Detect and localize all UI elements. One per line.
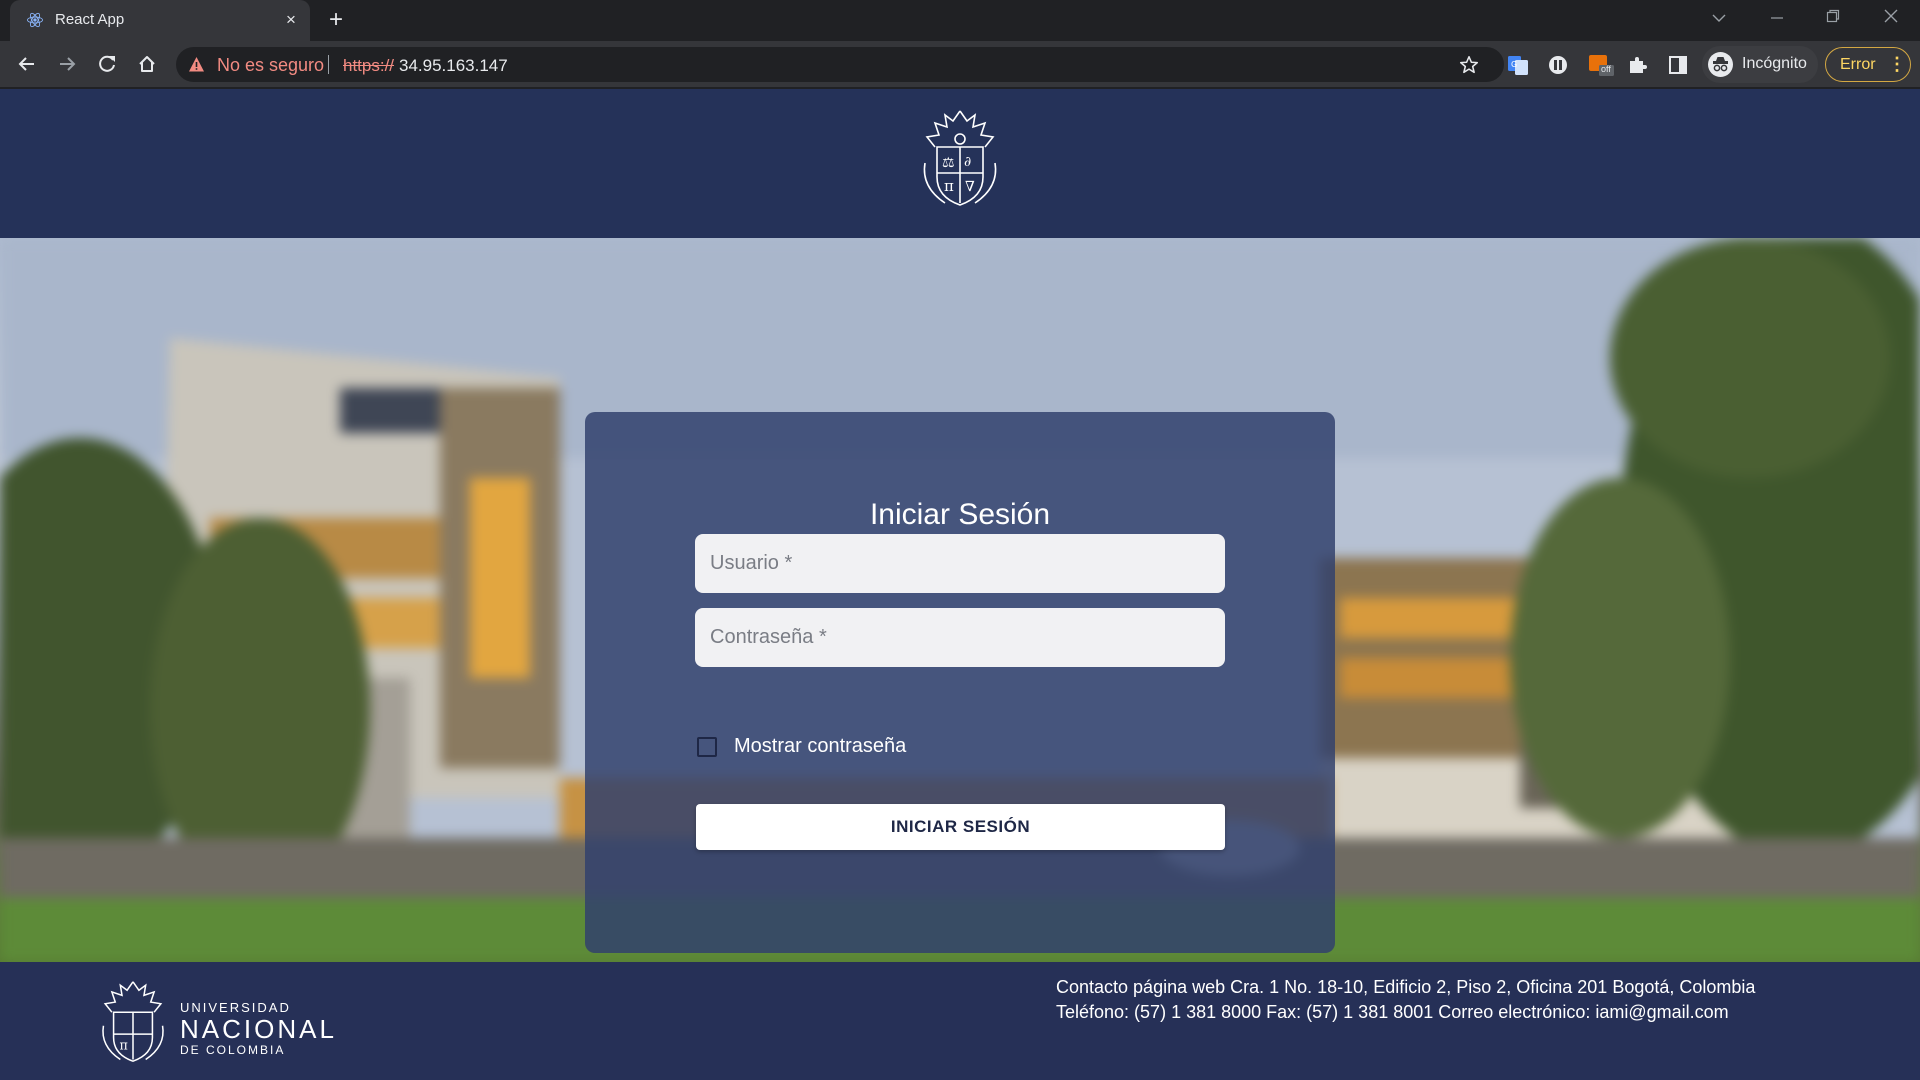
login-title: Iniciar Sesión bbox=[869, 498, 1051, 531]
browser-toolbar: No es seguro https:// 34.95.163.147 G of… bbox=[0, 41, 1920, 88]
show-password-label[interactable]: Mostrar contraseña bbox=[734, 735, 906, 758]
wordmark-line2: NACIONAL bbox=[180, 1014, 337, 1044]
extension-off-icon[interactable]: off bbox=[1588, 53, 1614, 77]
react-icon bbox=[27, 12, 43, 28]
security-warning[interactable]: No es seguro bbox=[217, 55, 324, 76]
url-scheme: https:// bbox=[343, 56, 395, 75]
password-field[interactable] bbox=[695, 608, 1225, 667]
svg-text:∂: ∂ bbox=[964, 154, 971, 170]
back-icon[interactable] bbox=[13, 50, 41, 78]
close-icon[interactable] bbox=[1876, 8, 1906, 30]
incognito-profile-button[interactable]: Incógnito bbox=[1702, 46, 1818, 83]
puzzle-icon[interactable] bbox=[1626, 53, 1650, 77]
address-bar[interactable]: No es seguro https:// 34.95.163.147 bbox=[176, 47, 1504, 82]
tab-close-icon[interactable]: × bbox=[282, 11, 300, 29]
university-seal-icon: ⚖ ∂ π ∇ bbox=[923, 110, 997, 206]
star-icon[interactable] bbox=[1458, 54, 1480, 76]
login-button[interactable]: INICIAR SESIÓN bbox=[696, 804, 1225, 850]
url-host: 34.95.163.147 bbox=[399, 56, 508, 75]
browser-tabstrip: React App × + bbox=[0, 0, 1920, 41]
university-seal-icon: π bbox=[102, 981, 164, 1062]
web-page: ⚖ ∂ π ∇ Iniciar Sesión Usuario * Mostrar… bbox=[0, 89, 1920, 1080]
extension-badge: off bbox=[1601, 64, 1611, 74]
wordmark-line1: UNIVERSIDAD bbox=[180, 1000, 291, 1015]
translate-icon[interactable]: G bbox=[1506, 53, 1530, 77]
password-input[interactable] bbox=[695, 608, 1225, 667]
footer-contact: Contacto página web Cra. 1 No. 18-10, Ed… bbox=[1056, 975, 1755, 1025]
restore-icon[interactable] bbox=[1818, 8, 1848, 30]
svg-text:⚖: ⚖ bbox=[942, 155, 955, 171]
incognito-label: Incógnito bbox=[1742, 55, 1807, 72]
show-password-checkbox[interactable] bbox=[697, 737, 717, 757]
reload-icon[interactable] bbox=[93, 50, 121, 78]
wordmark-line3: DE COLOMBIA bbox=[180, 1043, 286, 1057]
incognito-icon bbox=[1708, 52, 1733, 77]
address-separator bbox=[328, 55, 329, 74]
menu-dots-icon: ⋮ bbox=[1888, 54, 1906, 74]
forward-icon[interactable] bbox=[53, 50, 81, 78]
chevron-down-icon[interactable] bbox=[1704, 8, 1734, 30]
username-field[interactable] bbox=[695, 534, 1225, 593]
error-menu-button[interactable]: Error ⋮ bbox=[1825, 47, 1911, 82]
page-footer: π UNIVERSIDAD NACIONAL DE COLOMBIA Conta… bbox=[0, 962, 1920, 1080]
tab-title: React App bbox=[55, 11, 125, 28]
error-label: Error bbox=[1840, 56, 1876, 73]
svg-text:π: π bbox=[944, 177, 954, 195]
browser-tab[interactable]: React App × bbox=[10, 0, 310, 41]
svg-text:∇: ∇ bbox=[965, 179, 975, 195]
university-wordmark: UNIVERSIDAD NACIONAL DE COLOMBIA bbox=[180, 1000, 337, 1057]
side-panel-icon[interactable] bbox=[1666, 53, 1690, 77]
username-input[interactable] bbox=[695, 534, 1225, 593]
login-card: Iniciar Sesión Mostrar contraseña INICIA… bbox=[585, 412, 1335, 953]
page-header: ⚖ ∂ π ∇ bbox=[0, 89, 1920, 238]
extension-shield-icon[interactable] bbox=[1546, 53, 1570, 77]
contact-phone-email: Teléfono: (57) 1 381 8000 Fax: (57) 1 38… bbox=[1056, 1002, 1729, 1022]
svg-text:π: π bbox=[119, 1037, 127, 1052]
home-icon[interactable] bbox=[133, 50, 161, 78]
new-tab-button[interactable]: + bbox=[324, 8, 348, 33]
warning-icon[interactable] bbox=[188, 56, 205, 73]
contact-address: Contacto página web Cra. 1 No. 18-10, Ed… bbox=[1056, 977, 1756, 997]
minimize-icon[interactable] bbox=[1762, 8, 1792, 30]
svg-text:G: G bbox=[1511, 60, 1517, 69]
campus-background-image: Iniciar Sesión Mostrar contraseña INICIA… bbox=[0, 238, 1920, 962]
